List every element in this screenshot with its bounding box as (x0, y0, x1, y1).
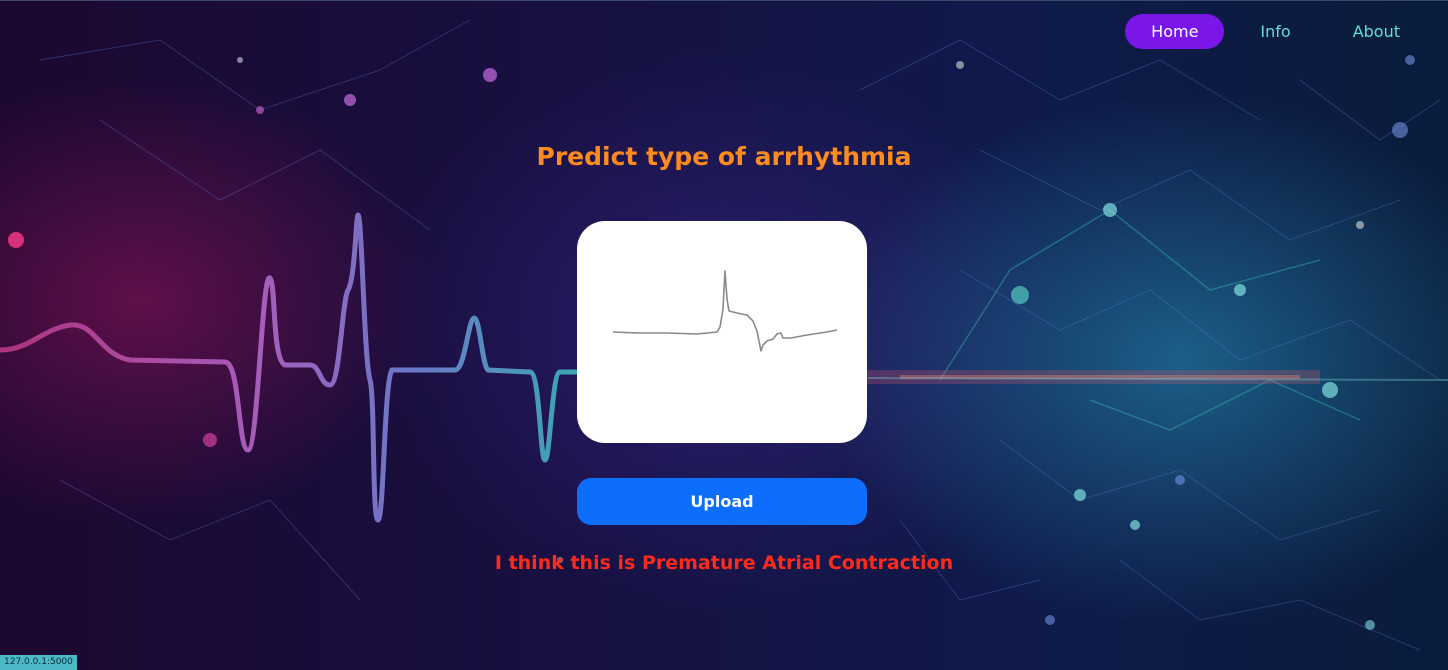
top-nav: Home Info About (1115, 14, 1426, 49)
page-background: Home Info About Predict type of arrhythm… (0, 0, 1448, 670)
nav-home-link[interactable]: Home (1125, 14, 1225, 49)
nav-about-link[interactable]: About (1327, 14, 1426, 49)
nav-info-link[interactable]: Info (1234, 14, 1316, 49)
page-title: Predict type of arrhythmia (536, 142, 912, 171)
ecg-waveform-image (612, 270, 838, 352)
browser-status-url: 127.0.0.1:5000 (0, 655, 77, 670)
image-preview (577, 221, 867, 443)
top-border (0, 0, 1448, 1)
upload-button[interactable]: Upload (577, 478, 867, 525)
prediction-result-text: I think this is Premature Atrial Contrac… (494, 552, 954, 574)
